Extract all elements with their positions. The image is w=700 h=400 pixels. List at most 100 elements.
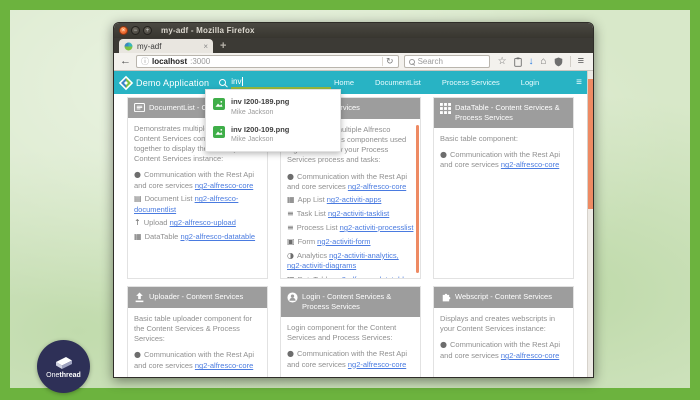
site-info-icon[interactable]: ⓘ xyxy=(141,56,149,67)
card-header: DataTable - Content Services & Process S… xyxy=(434,98,573,128)
package-link[interactable]: ng2-activiti-diagrams xyxy=(287,261,356,270)
page-scrollbar[interactable] xyxy=(587,71,593,377)
package-link[interactable]: ng2-alfresco-core xyxy=(348,182,406,191)
nav-home[interactable]: Home xyxy=(334,78,354,87)
login-person-icon xyxy=(287,292,298,303)
list-item: ▦App List ng2-activiti-apps xyxy=(287,195,414,206)
circle-icon: ● xyxy=(134,170,141,179)
result-filename: inv I200-189.png xyxy=(231,97,289,108)
card-description: Login component for the Content Services… xyxy=(287,323,414,343)
downloads-icon[interactable]: ↓ xyxy=(529,57,534,67)
text-caret xyxy=(242,77,243,86)
package-link[interactable]: ng2-alfresco-core xyxy=(501,160,559,169)
bookmark-star-icon[interactable]: ☆ xyxy=(498,57,507,67)
circle-icon: ● xyxy=(440,150,447,159)
card-body: Basic table uploader component for the C… xyxy=(128,308,267,377)
window-minimize-button[interactable]: − xyxy=(131,26,140,35)
shield-icon[interactable] xyxy=(554,57,563,67)
card-scrollbar[interactable] xyxy=(416,125,419,273)
adf-logo-icon xyxy=(118,75,134,91)
package-link[interactable]: ng2-alfresco-core xyxy=(348,360,406,369)
circle-icon: ● xyxy=(134,350,141,359)
package-link[interactable]: ng2-activiti-form xyxy=(317,237,370,246)
package-link[interactable]: ng2-activiti-processlist xyxy=(340,223,414,232)
item-label: App List xyxy=(298,195,325,204)
tab-title: my-adf xyxy=(137,42,161,51)
list-item: ▦DataTable ng2-alfresco-datatable xyxy=(287,275,414,279)
onethread-badge: Onethread xyxy=(37,340,90,393)
result-filename: inv I200-109.png xyxy=(231,125,289,136)
menu-icon[interactable]: ≡ xyxy=(578,56,584,67)
card-body: Displays and creates webscripts in your … xyxy=(434,308,573,370)
package-link[interactable]: ng2-activiti-apps xyxy=(327,195,382,204)
app-header: Demo Application inv Home DocumentList P… xyxy=(114,71,593,94)
item-label: Upload xyxy=(144,218,168,227)
circle-icon: ● xyxy=(440,340,447,349)
card-body: Login component for the Content Services… xyxy=(281,317,420,378)
active-tab[interactable]: my-adf × xyxy=(119,39,213,53)
component-cards-grid: DocumentList - Content Services Demonstr… xyxy=(114,94,587,377)
list-item: ≡Process List ng2-activiti-processlist xyxy=(287,223,414,234)
card-webscript: Webscript - Content Services Displays an… xyxy=(433,286,574,377)
card-body: Basic table component: ●Communication wi… xyxy=(434,128,573,180)
search-placeholder: Search xyxy=(418,57,443,66)
nav-process-services[interactable]: Process Services xyxy=(442,78,500,87)
package-link[interactable]: ng2-alfresco-datatable xyxy=(333,275,408,279)
item-label: Process List xyxy=(297,223,338,232)
analytics-pie-icon: ◑ xyxy=(287,251,294,260)
app-title: Demo Application xyxy=(136,78,209,88)
nav-documentlist[interactable]: DocumentList xyxy=(375,78,421,87)
image-file-icon xyxy=(213,126,225,138)
package-link[interactable]: ng2-activiti-tasklist xyxy=(328,209,389,218)
card-description: Basic table component: xyxy=(440,134,567,144)
webscript-puzzle-icon xyxy=(440,292,451,303)
tasklist-icon: ≡ xyxy=(287,209,294,218)
list-item: ●Communication with the Rest Api and cor… xyxy=(287,349,414,370)
pocket-clipboard-icon[interactable] xyxy=(514,57,522,67)
back-button[interactable]: ← xyxy=(120,56,131,67)
upload-icon: ↑ xyxy=(134,218,141,227)
home-icon[interactable]: ⌂ xyxy=(541,57,547,67)
item-label: DataTable xyxy=(298,275,332,279)
package-link[interactable]: ng2-alfresco-core xyxy=(195,361,253,370)
search-icon xyxy=(409,59,415,65)
page-scrollbar-thumb[interactable] xyxy=(588,79,593,209)
circle-icon: ● xyxy=(287,349,294,358)
package-link[interactable]: ng2-alfresco-core xyxy=(195,181,253,190)
app-search-icon[interactable] xyxy=(219,79,227,87)
card-header: Webscript - Content Services xyxy=(434,287,573,308)
documentlist-icon xyxy=(134,103,145,112)
card-description: Displays and creates webscripts in your … xyxy=(440,314,567,334)
new-tab-button[interactable]: + xyxy=(220,40,226,53)
tab-bar: my-adf × + xyxy=(114,38,593,53)
card-title: DataTable - Content Services & Process S… xyxy=(455,103,567,123)
processlist-icon: ≡ xyxy=(287,223,294,232)
window-maximize-button[interactable]: + xyxy=(143,26,152,35)
package-link[interactable]: ng2-alfresco-datatable xyxy=(180,232,255,241)
url-bar[interactable]: ⓘ localhost :3000 ↻ xyxy=(136,55,399,68)
package-link[interactable]: ng2-alfresco-upload xyxy=(170,218,236,227)
search-results-dropdown: inv I200-189.png Mike Jackson inv I200-1… xyxy=(205,89,341,152)
search-result-item[interactable]: inv I200-189.png Mike Jackson xyxy=(206,93,340,121)
package-link[interactable]: ng2-alfresco-core xyxy=(501,351,559,360)
reload-button[interactable]: ↻ xyxy=(386,56,394,67)
list-item: ▤Document List ng2-alfresco-documentlist xyxy=(134,194,261,215)
url-host: localhost xyxy=(152,57,187,66)
search-result-item[interactable]: inv I200-109.png Mike Jackson xyxy=(206,121,340,149)
datatable-icon: ▦ xyxy=(134,232,142,241)
tab-close-icon[interactable]: × xyxy=(203,42,208,51)
nav-login[interactable]: Login xyxy=(521,78,539,87)
url-port: :3000 xyxy=(190,57,210,66)
app-menu-icon[interactable]: ≡ xyxy=(576,77,582,88)
package-link[interactable]: ng2-activiti-analytics, xyxy=(329,251,399,260)
app-nav: Home DocumentList Process Services Login… xyxy=(334,77,584,88)
browser-search-field[interactable]: Search xyxy=(404,55,490,68)
item-label: Analytics xyxy=(297,251,327,260)
card-login: Login - Content Services & Process Servi… xyxy=(280,286,421,377)
app-search-input[interactable]: inv xyxy=(231,76,331,89)
circle-icon: ● xyxy=(287,172,294,181)
documentlist-icon: ▤ xyxy=(134,194,142,203)
form-icon: ▣ xyxy=(287,237,295,246)
window-close-button[interactable]: × xyxy=(119,26,128,35)
datatable-icon xyxy=(440,103,451,114)
